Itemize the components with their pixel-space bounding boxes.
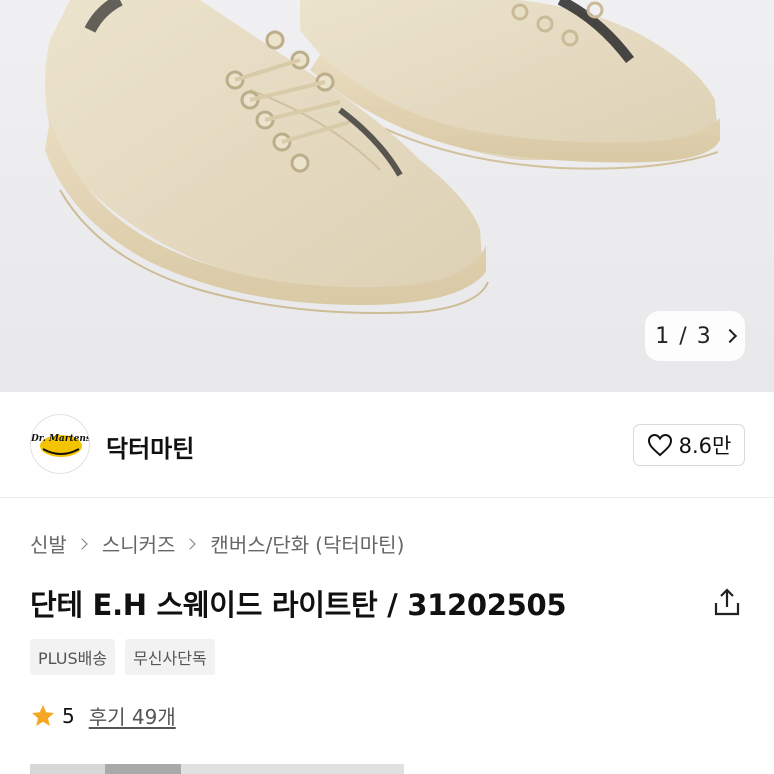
breadcrumb: 신발 스니커즈 캔버스/단화 (닥터마틴) — [30, 529, 404, 558]
dr-martens-logo-icon: Dr. Martens — [31, 434, 90, 457]
gallery-pager[interactable]: 1 / 3 — [645, 311, 745, 361]
pager-separator: / — [679, 323, 687, 349]
product-title: 단테 E.H 스웨이드 라이트탄 / 31202505 — [30, 588, 567, 622]
tag-exclusive: 무신사단독 — [125, 639, 215, 675]
svg-text:Dr. Martens: Dr. Martens — [31, 434, 90, 444]
pager-total: 3 — [696, 323, 711, 349]
breadcrumb-item-canvas[interactable]: 캔버스/단화 — [210, 529, 309, 558]
preview-segment — [30, 764, 105, 774]
product-tags: PLUS배송 무신사단독 — [30, 639, 215, 675]
preview-segment — [181, 764, 404, 774]
tag-plus-delivery: PLUS배송 — [30, 639, 116, 675]
reviews-link[interactable]: 후기 49개 — [89, 701, 176, 730]
chevron-right-icon[interactable] — [722, 328, 737, 344]
brand-logo[interactable]: Dr. Martens — [30, 414, 90, 474]
heart-outline-icon — [647, 433, 672, 457]
breadcrumb-brand[interactable]: (닥터마틴) — [315, 529, 404, 558]
share-button[interactable] — [710, 586, 744, 620]
breadcrumb-item-shoes[interactable]: 신발 — [30, 529, 67, 558]
brand-name[interactable]: 닥터마틴 — [106, 429, 194, 464]
rating-score: 5 — [62, 703, 75, 728]
pager-current: 1 — [655, 323, 670, 349]
share-icon — [714, 588, 740, 616]
next-section-preview — [30, 764, 404, 774]
preview-segment — [105, 764, 181, 774]
rating-row: 5 후기 49개 — [30, 701, 176, 730]
product-image-gallery[interactable]: 1 / 3 — [0, 0, 774, 392]
like-button[interactable]: 8.6만 — [633, 424, 745, 466]
star-icon — [32, 704, 54, 726]
chevron-right-icon — [76, 537, 88, 550]
breadcrumb-item-sneakers[interactable]: 스니커즈 — [102, 529, 176, 558]
like-count: 8.6만 — [678, 434, 732, 458]
chevron-right-icon — [184, 537, 197, 550]
